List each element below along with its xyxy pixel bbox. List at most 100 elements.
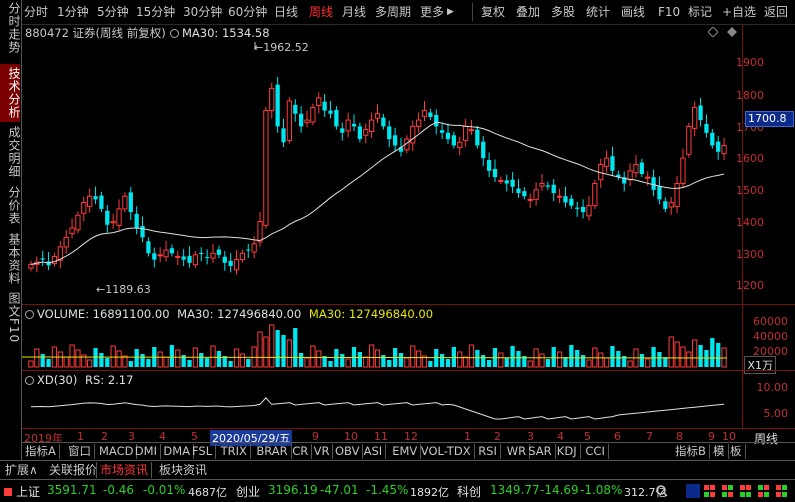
period-5min[interactable]: 5分钟 [97,4,129,20]
candle-body [504,180,509,184]
period-60min[interactable]: 60分钟 [228,4,267,20]
candle-body [239,252,246,261]
volume-bar [639,354,644,367]
period-multi[interactable]: 多周期 [375,4,411,20]
more-arrow-icon[interactable]: ▶ [447,4,454,20]
indicator-brar[interactable]: BRAR [253,444,292,459]
tab-market-news[interactable]: 市场资讯 [96,462,153,478]
candle-body [146,241,151,254]
candle-body [692,106,698,129]
candle-body [462,125,469,141]
candle-body [99,195,104,209]
indicator-rsi[interactable]: RSI [475,444,501,459]
indicator-trix[interactable]: TRIX [218,444,251,459]
candle-body [152,253,157,260]
volume-bar [99,353,104,367]
volume-bar [410,345,416,368]
indicator-dmi[interactable]: DMI [132,444,161,459]
candle-body [498,179,504,182]
draw-line-button[interactable]: 画线 [621,4,645,20]
indicator-cr[interactable]: CR [289,444,313,459]
tab-price-table[interactable]: 分价表 [0,184,21,226]
tab-expand[interactable]: 扩展∧ [2,462,41,478]
candle-body [110,221,116,224]
period-monthly[interactable]: 月线 [342,4,366,20]
xd-line [30,397,725,420]
tab-technical-analysis[interactable]: 技术分析 [0,64,21,122]
sh-index-change: -0.46 [103,483,135,497]
indicator--a[interactable]: 指标A [22,444,60,459]
tab-related-quotes[interactable]: 关联报价 [46,462,100,478]
tab-trade-details[interactable]: 成交明细 [0,126,21,178]
candle-body [299,113,304,127]
volume-bar [674,341,680,368]
indicator-asi[interactable]: ASI [361,444,387,459]
indicator-right-0[interactable]: 指标B [672,444,710,459]
period-weekly[interactable]: 周线 [309,4,333,20]
indicator-emv[interactable]: EMV [389,444,422,459]
overlay-button[interactable]: 叠加 [516,4,540,20]
f10-button[interactable]: F10 [658,4,680,20]
tab-f10[interactable]: 图文F10 [0,292,21,344]
multi-stock-button[interactable]: 多股 [551,4,575,20]
indicator--[interactable]: 窗口 [65,444,95,459]
indicator-right-1[interactable]: 模 [710,444,729,459]
indicator-fsl[interactable]: FSL [189,444,217,459]
kc-index-name[interactable]: 科创 [457,483,481,500]
volume-bar [457,351,463,368]
indicator-vr[interactable]: VR [311,444,334,459]
candle-body [340,128,345,133]
candle-body [468,129,475,132]
candle-body [316,97,322,106]
tab-basic-info[interactable]: 基本资料 [0,232,21,286]
volume-bar [486,360,492,367]
volume-bar [651,347,656,367]
indicator-vol-tdx[interactable]: VOL-TDX [418,444,475,459]
period-more[interactable]: 更多 [420,4,444,20]
volume-chart[interactable] [22,305,742,370]
volume-bar [304,357,310,368]
search-icon[interactable] [656,485,668,497]
indicator-kdj[interactable]: KDJ [554,444,581,459]
candle-body [415,119,422,127]
low-value: 1189.63 [105,283,151,296]
volume-bar [210,345,216,368]
sh-index-name[interactable]: 上证 [16,483,40,500]
volume-bar [75,349,81,368]
candle-body [633,163,639,174]
candle-body [87,195,93,207]
period-1min[interactable]: 1分钟 [57,4,89,20]
indicator-cci[interactable]: CCI [582,444,609,459]
tab-sector-news[interactable]: 板块资讯 [156,462,210,478]
indicator-obv[interactable]: OBV [332,444,364,459]
indicator-right-2[interactable]: 板 [727,444,746,459]
statistics-button[interactable]: 统计 [586,4,610,20]
adjust-button[interactable]: 复权 [481,4,505,20]
candle-body [345,119,351,132]
period-15min[interactable]: 15分钟 [136,4,175,20]
candle-body [569,198,574,206]
xd-indicator-chart[interactable] [22,371,742,428]
candle-body [69,227,75,235]
period-daily[interactable]: 日线 [274,4,298,20]
back-button[interactable]: 返回 [764,4,788,20]
current-price-tag: 1700.8 [745,111,794,127]
candle-body [105,210,110,225]
volume-bar [439,354,445,367]
mark-button[interactable]: 标记 [688,4,712,20]
add-watchlist-button[interactable]: +自选 [722,4,756,20]
period-intraday[interactable]: 分时 [24,4,48,20]
sh-index-price: 3591.71 [47,483,97,497]
volume-bar [598,352,604,368]
candle-body [93,196,98,200]
market-heat-icon[interactable] [686,483,790,499]
indicator-sar[interactable]: SAR [525,444,556,459]
left-tab-column: 分时走势 技术分析 成交明细 分价表 基本资料 图文F10 [0,0,22,460]
candle-body [134,213,139,228]
candlestick-chart[interactable] [22,24,742,304]
cy-index-name[interactable]: 创业 [236,483,260,500]
volume-bar [199,353,204,367]
volume-bar [163,356,169,368]
tab-intraday[interactable]: 分时走势 [0,2,21,54]
period-30min[interactable]: 30分钟 [183,4,222,20]
